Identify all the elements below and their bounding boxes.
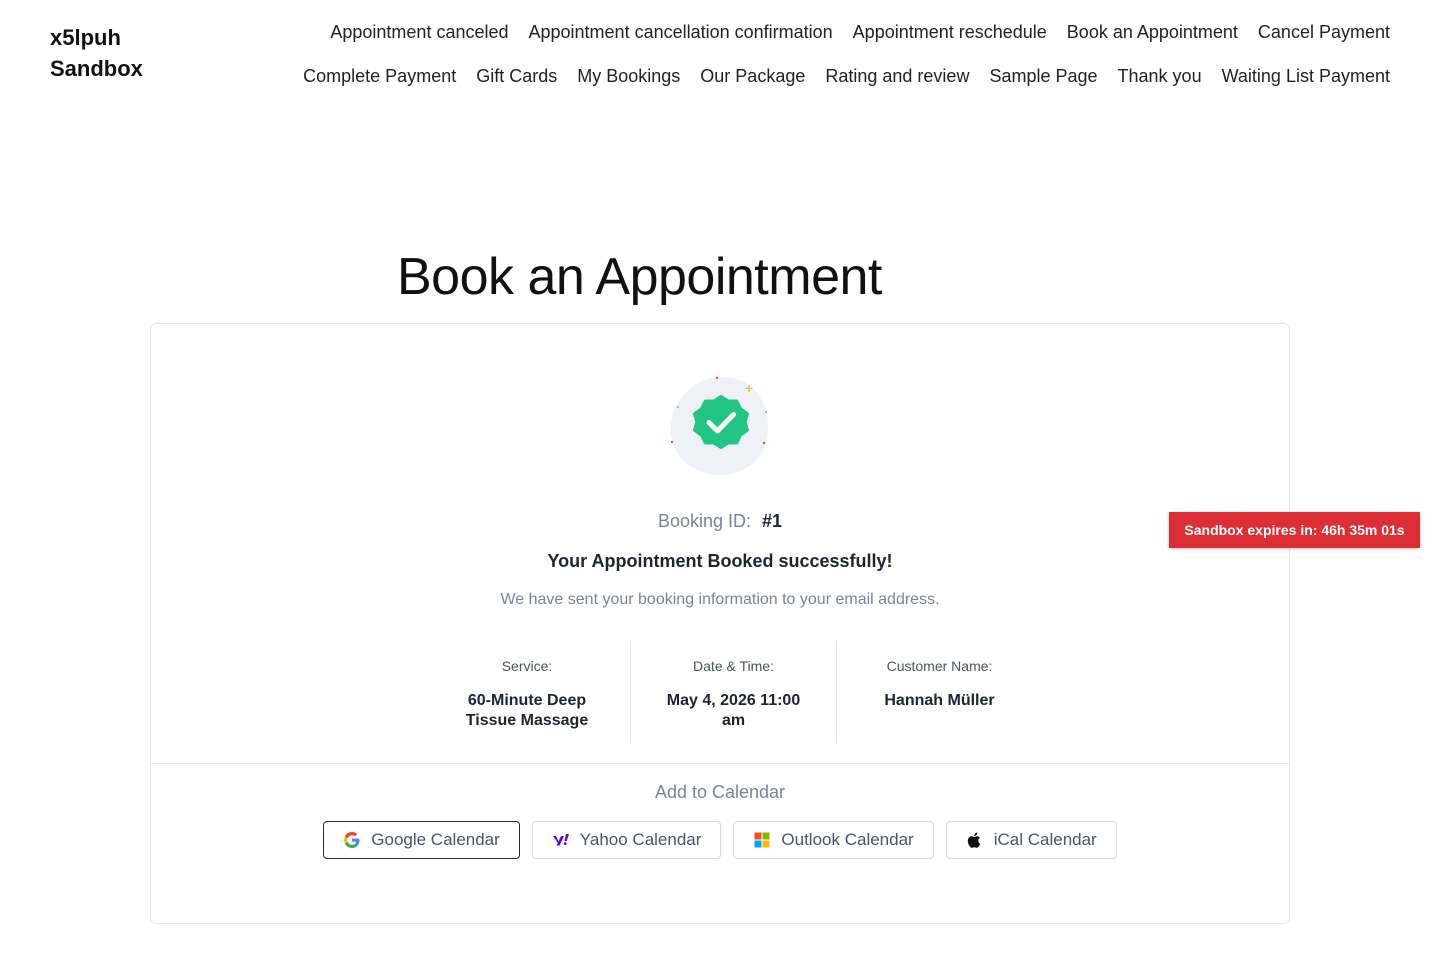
detail-date-time-label: Date & Time: bbox=[693, 658, 774, 674]
booking-id: Booking ID: #1 bbox=[151, 509, 1289, 533]
page: x5lpuh Sandbox Appointment canceled Appo… bbox=[0, 0, 1440, 963]
nav-item-waiting-list-payment[interactable]: Waiting List Payment bbox=[1222, 62, 1390, 90]
nav-item-book-an-appointment[interactable]: Book an Appointment bbox=[1067, 18, 1238, 46]
verified-check-badge-icon bbox=[669, 374, 773, 478]
nav-item-thank-you[interactable]: Thank you bbox=[1118, 62, 1202, 90]
booking-confirmation-card: Booking ID: #1 Your Appointment Booked s… bbox=[150, 323, 1290, 924]
nav-item-cancel-payment[interactable]: Cancel Payment bbox=[1258, 18, 1390, 46]
nav-item-our-package[interactable]: Our Package bbox=[700, 62, 805, 90]
site-title-line1[interactable]: x5lpuh bbox=[50, 22, 143, 53]
detail-customer-name-value: Hannah Müller bbox=[884, 692, 995, 709]
booking-id-value: #1 bbox=[762, 511, 783, 531]
nav-item-complete-payment[interactable]: Complete Payment bbox=[303, 62, 456, 90]
yahoo-icon bbox=[552, 831, 570, 849]
outlook-calendar-button[interactable]: Outlook Calendar bbox=[733, 821, 934, 859]
main-navigation: Appointment canceled Appointment cancell… bbox=[250, 18, 1390, 90]
nav-item-appointment-canceled[interactable]: Appointment canceled bbox=[330, 18, 508, 46]
calendar-buttons: Google Calendar Yahoo Calendar Outlook C… bbox=[151, 821, 1289, 859]
card-divider bbox=[151, 763, 1289, 764]
nav-item-sample-page[interactable]: Sample Page bbox=[989, 62, 1097, 90]
detail-service: Service: 60-Minute Deep Tissue Massage bbox=[424, 642, 630, 743]
google-calendar-button[interactable]: Google Calendar bbox=[323, 821, 520, 859]
sandbox-expiry-banner: Sandbox expires in: 46h 35m 01s bbox=[1169, 512, 1420, 548]
booking-id-label: Booking ID: bbox=[657, 511, 751, 531]
detail-customer-name-label: Customer Name: bbox=[886, 658, 993, 674]
site-title[interactable]: x5lpuh Sandbox bbox=[50, 22, 143, 84]
nav-item-my-bookings[interactable]: My Bookings bbox=[577, 62, 680, 90]
outlook-calendar-label: Outlook Calendar bbox=[781, 830, 914, 849]
detail-service-value: 60-Minute Deep Tissue Massage bbox=[465, 692, 589, 729]
google-icon bbox=[343, 831, 361, 849]
booking-details: Service: 60-Minute Deep Tissue Massage D… bbox=[424, 642, 1042, 743]
email-notice: We have sent your booking information to… bbox=[500, 591, 940, 608]
nav-item-appointment-cancellation-confirmation[interactable]: Appointment cancellation confirmation bbox=[529, 18, 833, 46]
detail-service-label: Service: bbox=[501, 658, 553, 674]
success-message: Your Appointment Booked successfully! bbox=[547, 551, 893, 571]
ical-calendar-label: iCal Calendar bbox=[993, 830, 1097, 849]
detail-date-time: Date & Time: May 4, 2026 11:00 am bbox=[630, 642, 836, 743]
detail-customer-name: Customer Name: Hannah Müller bbox=[836, 642, 1042, 743]
ical-calendar-button[interactable]: iCal Calendar bbox=[945, 821, 1117, 859]
yahoo-calendar-button[interactable]: Yahoo Calendar bbox=[531, 821, 722, 859]
google-calendar-label: Google Calendar bbox=[371, 830, 500, 849]
apple-icon bbox=[966, 831, 984, 849]
nav-item-gift-cards[interactable]: Gift Cards bbox=[476, 62, 557, 90]
microsoft-icon bbox=[753, 831, 771, 849]
detail-date-time-value: May 4, 2026 11:00 am bbox=[666, 692, 801, 729]
yahoo-calendar-label: Yahoo Calendar bbox=[579, 830, 702, 849]
nav-item-rating-and-review[interactable]: Rating and review bbox=[825, 62, 969, 90]
add-to-calendar-heading: Add to Calendar bbox=[654, 782, 786, 802]
nav-item-appointment-reschedule[interactable]: Appointment reschedule bbox=[853, 18, 1047, 46]
page-title: Book an Appointment bbox=[397, 248, 882, 306]
site-title-line2[interactable]: Sandbox bbox=[50, 53, 143, 84]
